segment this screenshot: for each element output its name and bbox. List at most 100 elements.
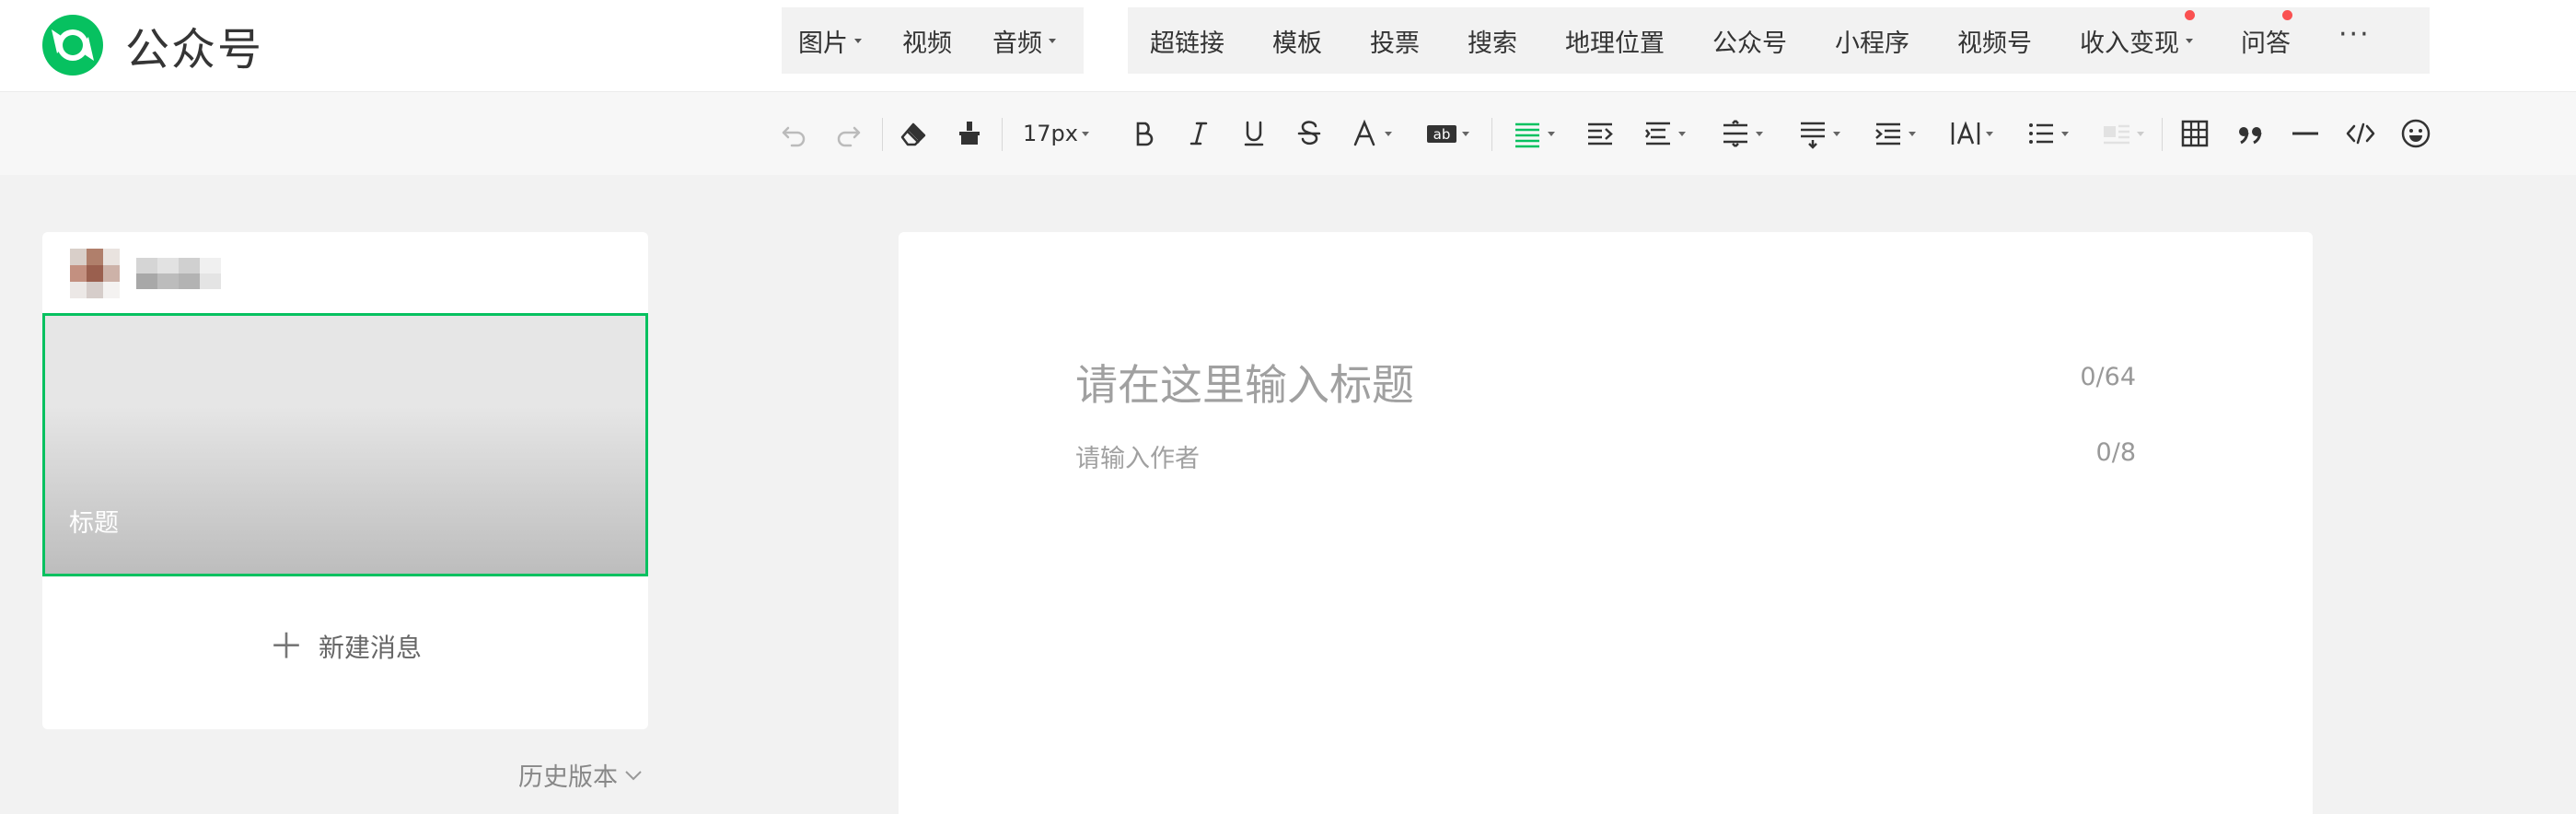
format-toolbar: 17px ab	[0, 92, 2576, 175]
insert-5-button[interactable]: 地理位置	[1565, 23, 1665, 59]
letter-spacing-icon	[1951, 121, 1980, 145]
media-insert-group-2: 超链接 模板 投票 搜索 地理位置 公众号 小程序 视频号 收入变现 问答 ···	[1128, 7, 2430, 74]
insert-3-button[interactable]: 音频	[992, 23, 1056, 59]
align-select[interactable]	[1506, 112, 1560, 155]
chevron-down-icon	[625, 770, 642, 780]
font-color-icon	[1353, 119, 1375, 146]
svg-text:ab: ab	[1433, 126, 1451, 143]
font-size-select[interactable]: 17px	[1015, 112, 1097, 155]
italic-icon	[1189, 122, 1208, 145]
chevron-down-icon	[1049, 38, 1056, 43]
emoji-icon	[2401, 119, 2431, 148]
logo-text: 公众号	[125, 24, 264, 76]
insert-item-label: 模板	[1272, 29, 1322, 58]
indent-icon	[1588, 122, 1613, 145]
insert-9-button[interactable]: 收入变现	[2080, 9, 2195, 59]
insert-item-label: 收入变现	[2080, 29, 2179, 58]
bold-button[interactable]	[1125, 112, 1162, 155]
divider-button[interactable]	[2287, 112, 2324, 155]
insert-item-label: 视频号	[1957, 29, 2032, 58]
chevron-down-icon	[1548, 131, 1555, 136]
strikethrough-button[interactable]	[1291, 112, 1328, 155]
space-before-select[interactable]	[1792, 112, 1845, 155]
insert-1-button[interactable]: 图片	[798, 23, 862, 59]
bold-icon	[1136, 122, 1154, 146]
cover-title: 标题	[69, 509, 119, 538]
insert-6-button[interactable]: 公众号	[1712, 23, 1787, 59]
horizontal-rule-icon	[2292, 132, 2318, 135]
insert-item-label: 图片	[798, 29, 848, 58]
table-icon	[2181, 120, 2209, 147]
eraser-icon	[900, 122, 926, 146]
undo-button[interactable]	[775, 112, 812, 155]
chevron-down-icon	[2137, 131, 2144, 136]
history-versions-button[interactable]: 历史版本	[518, 757, 644, 793]
insert-4-button[interactable]: 搜索	[1468, 23, 1517, 59]
italic-button[interactable]	[1180, 112, 1217, 155]
insert-2-button[interactable]: 视频	[902, 23, 952, 59]
font-size-value: 17px	[1023, 121, 1078, 146]
insert-item-label: 地理位置	[1565, 29, 1665, 58]
media-insert-group-1: 图片 视频 音频	[782, 7, 1084, 74]
insert-2-button[interactable]: 模板	[1272, 23, 1322, 59]
wechat-mp-logo[interactable]: 公众号	[41, 13, 263, 77]
chevron-down-icon	[2186, 38, 2193, 43]
more-options-button[interactable]: ···	[2338, 21, 2371, 49]
quote-button[interactable]	[2232, 112, 2269, 155]
chevron-down-icon	[1385, 131, 1392, 136]
paragraph-spacing-select[interactable]	[1637, 112, 1690, 155]
chevron-down-icon	[1678, 131, 1686, 136]
code-button[interactable]	[2342, 112, 2379, 155]
history-label: 历史版本	[518, 763, 618, 792]
chevron-down-icon	[1833, 131, 1840, 136]
account-name-pixelated	[136, 258, 221, 289]
new-message-button[interactable]: ＋ 新建消息	[42, 628, 648, 665]
toolbar-divider	[882, 118, 883, 151]
text-indent-select[interactable]	[1867, 112, 1920, 155]
clear-format-button[interactable]	[895, 112, 932, 155]
underline-icon	[1244, 121, 1264, 146]
margin-icon	[1645, 122, 1670, 145]
indent-button[interactable]	[1582, 112, 1619, 155]
account-info	[70, 249, 221, 298]
line-height-icon	[1723, 120, 1747, 147]
article-cover-selected[interactable]: 标题	[42, 313, 648, 576]
chevron-down-icon	[2061, 131, 2069, 136]
list-select[interactable]	[2020, 112, 2073, 155]
insert-1-button[interactable]: 超链接	[1150, 23, 1224, 59]
line-spacing-select[interactable]	[1714, 112, 1768, 155]
redo-button[interactable]	[830, 112, 867, 155]
insert-10-button[interactable]: 问答	[2241, 9, 2292, 59]
underline-button[interactable]	[1236, 112, 1272, 155]
insert-item-label: 小程序	[1835, 29, 1909, 58]
insert-item-label: 公众号	[1712, 29, 1787, 58]
insert-3-button[interactable]: 投票	[1370, 23, 1420, 59]
text-indent-icon	[1875, 122, 1900, 145]
chevron-down-icon	[1462, 131, 1469, 136]
insert-item-label: 问答	[2241, 29, 2291, 58]
chevron-down-icon	[1909, 131, 1916, 136]
format-painter-button[interactable]	[951, 112, 988, 155]
chevron-down-icon	[1756, 131, 1763, 136]
font-color-select[interactable]	[1344, 112, 1396, 155]
notification-dot-icon	[2185, 9, 2195, 20]
article-list-panel: 标题 ＋ 新建消息	[42, 232, 648, 729]
insert-8-button[interactable]: 视频号	[1957, 23, 2032, 59]
chevron-down-icon	[1081, 131, 1089, 136]
emoji-button[interactable]	[2397, 112, 2434, 155]
letter-spacing-select[interactable]	[1944, 112, 1998, 155]
background-color-select[interactable]: ab	[1418, 112, 1477, 155]
toolbar-divider	[1002, 118, 1003, 151]
insert-7-button[interactable]: 小程序	[1835, 23, 1909, 59]
insert-table-button[interactable]	[2176, 112, 2213, 155]
redo-icon	[837, 126, 861, 147]
insert-item-label: 投票	[1370, 29, 1420, 58]
plus-icon: ＋	[268, 626, 304, 667]
insert-item-label: 搜索	[1468, 29, 1517, 58]
strikethrough-icon	[1297, 121, 1321, 145]
title-input[interactable]: 请在这里输入标题	[1075, 352, 1414, 413]
bulleted-list-icon	[2029, 123, 2053, 144]
float-select[interactable]	[2095, 112, 2149, 155]
author-input[interactable]: 请输入作者	[1075, 438, 1200, 474]
title-char-count: 0/64	[2080, 363, 2136, 391]
